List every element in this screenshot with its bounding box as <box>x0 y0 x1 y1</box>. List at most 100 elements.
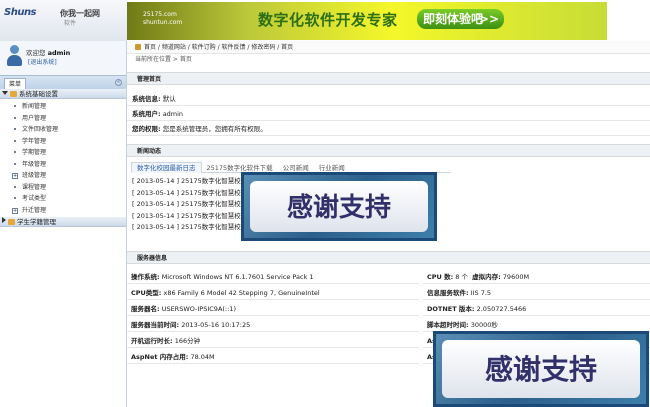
logo[interactable]: Shuns 你我一起网 软件 <box>0 0 127 41</box>
bullet-icon <box>14 128 16 130</box>
ad-banner[interactable]: 25175.com shuntun.com 数字化软件开发专家 即刻体验吧 >> <box>127 2 607 40</box>
sidebar-item[interactable]: 年级管理 <box>0 159 126 171</box>
permission-row: 您的权限: 您是系统管理员，您拥有所有权限。 <box>127 122 650 136</box>
collapsed-icon <box>2 217 6 223</box>
sidebar-item-label: 用户管理 <box>22 114 47 122</box>
thanks-banner-1: 感谢支持 <box>241 172 437 241</box>
server-value: 79600M <box>502 273 530 281</box>
expand-icon <box>2 91 8 95</box>
sidebar-item-label: 课程管理 <box>22 183 47 191</box>
server-row: CPU类型: x86 Family 6 Model 42 Stepping 7,… <box>127 286 419 300</box>
breadcrumb: 首页 / 频道网站 / 软件订购 / 软件反馈 / 修改密码 / 首页 <box>127 41 650 54</box>
system-info-value: 默认 <box>162 95 176 103</box>
server-label: 信息服务软件: <box>427 289 469 297</box>
sidebar-item[interactable]: 考试类型 <box>0 193 126 205</box>
system-user-label: 系统用户: <box>132 110 161 118</box>
admin-panel-title: 管理首页 <box>127 72 650 85</box>
current-location: 当前所在位置 > 首页 <box>135 56 192 63</box>
sidebar-item-label: 升迁管理 <box>22 206 47 214</box>
menu-group-label: 学生学籍管理 <box>17 218 56 226</box>
menu-group-student[interactable]: 学生学籍管理 <box>0 217 126 227</box>
collapse-icon[interactable]: « <box>115 79 122 86</box>
server-value: 2013-05-16 10:17:25 <box>181 321 251 329</box>
ad-site-url: shuntun.com <box>143 19 183 26</box>
bullet-icon <box>14 197 16 199</box>
plus-icon: + <box>12 173 18 179</box>
welcome-label: 欢迎您 <box>26 49 46 57</box>
welcome-text: 欢迎您 admin <box>26 47 70 57</box>
server-value: 30000秒 <box>470 321 498 329</box>
sidebar: 欢迎您 admin [退出系统] 菜单 « 系统基础设置 新闻管理用户管理文件回… <box>0 41 127 407</box>
bullet-icon <box>14 139 16 142</box>
server-row: 开机运行时长: 166分钟 <box>127 334 419 348</box>
sidebar-item-label: 班级管理 <box>22 172 47 179</box>
sidebar-item-label: 考试类型 <box>22 195 47 202</box>
folder-icon <box>10 91 17 97</box>
sidebar-item-label: 年级管理 <box>22 160 47 168</box>
server-label: 服务器当前时间: <box>131 321 180 329</box>
sidebar-item[interactable]: 学期管理 <box>0 147 126 159</box>
logo-sub: 软件 <box>64 20 77 27</box>
username: admin <box>47 49 71 57</box>
server-panel-title: 服务器信息 <box>127 251 650 264</box>
thanks-banner-2: 感谢支持 <box>433 331 649 407</box>
sidebar-item-label: 学期管理 <box>22 149 47 156</box>
ad-site-name: 25175.com <box>143 11 177 18</box>
ad-cta-label: 即刻体验吧 <box>423 12 484 26</box>
bullet-icon <box>14 162 16 165</box>
server-row: DOTNET 版本: 2.050727.5466 <box>423 302 650 316</box>
server-row: 操作系统: Microsoft Windows NT 6.1.7601 Serv… <box>127 270 419 284</box>
home-icon <box>135 44 141 50</box>
ad-slogan: 数字化软件开发专家 <box>258 11 398 29</box>
logo-brand: Shuns <box>4 7 37 18</box>
system-user-value: admin <box>162 110 184 118</box>
sidebar-item[interactable]: 用户管理 <box>0 113 126 125</box>
server-value: USERSWO-IPSIC9A(::1) <box>161 305 236 313</box>
sidebar-item[interactable]: 学年管理 <box>0 136 126 148</box>
menu-items: 新闻管理用户管理文件回收管理 学年管理学期管理年级管理 + 班级管理课程管理考试类型 +… <box>0 99 126 216</box>
server-value: IIS 7.5 <box>470 289 492 297</box>
server-value: 166分钟 <box>174 337 201 345</box>
server-value: 8 个 <box>455 273 468 281</box>
bullet-icon <box>14 185 16 188</box>
menu-group-label: 系统基础设置 <box>19 90 58 98</box>
sidebar-item[interactable]: 新闻管理 <box>0 101 126 113</box>
sidebar-item[interactable]: + 班级管理 <box>0 170 126 182</box>
ad-cta-button[interactable]: 即刻体验吧 >> <box>417 9 504 29</box>
user-box: 欢迎您 admin [退出系统] <box>0 41 126 75</box>
sidebar-item[interactable]: + 升迁管理 <box>0 205 126 217</box>
server-row: 服务器名: USERSWO-IPSIC9A(::1) <box>127 302 419 316</box>
menu-tabs: 菜单 « <box>0 75 126 90</box>
plus-icon: + <box>12 207 18 214</box>
server-value: 2.050727.5466 <box>476 305 527 313</box>
sidebar-item-label: 新闻管理 <box>22 103 47 110</box>
system-info-label: 系统信息: <box>132 95 161 103</box>
permission-label: 您的权限: <box>132 125 161 133</box>
server-label: CPU 数: <box>427 273 454 281</box>
server-value: Microsoft Windows NT 6.1.7601 Service Pa… <box>161 273 314 281</box>
sidebar-item[interactable]: 课程管理 <box>0 182 126 194</box>
logout-link[interactable]: [退出系统] <box>28 57 57 66</box>
avatar-icon <box>6 45 22 67</box>
server-row: 服务器当前时间: 2013-05-16 10:17:25 <box>127 318 419 332</box>
sidebar-item-label: 学年管理 <box>22 137 47 145</box>
server-row: CPU 数: 8 个 虚拟内存: 79600M <box>423 270 650 284</box>
server-row: 信息服务软件: IIS 7.5 <box>423 286 650 300</box>
server-label: 虚拟内存: <box>472 273 501 281</box>
server-label: CPU类型: <box>131 289 162 297</box>
bullet-icon <box>14 116 16 119</box>
top-header: Shuns 你我一起网 软件 25175.com shuntun.com 数字化… <box>0 0 650 41</box>
ad-cta-arrow: >> <box>478 12 499 26</box>
server-row: AspNet 内存占用: 78.04M <box>127 350 419 364</box>
sidebar-item[interactable]: 文件回收管理 <box>0 124 126 136</box>
bullet-icon <box>14 105 16 107</box>
server-label: DOTNET 版本: <box>427 305 475 313</box>
menu-group-basic[interactable]: 系统基础设置 <box>0 89 126 99</box>
permission-value: 您是系统管理员，您拥有所有权限。 <box>162 125 267 133</box>
thanks-banner-text: 感谢支持 <box>442 340 640 398</box>
news-tab[interactable]: 数字化校园最新日志 <box>131 162 202 173</box>
sidebar-item-label: 文件回收管理 <box>22 126 59 133</box>
server-label: 开机运行时长: <box>131 337 173 345</box>
breadcrumb-links[interactable]: 首页 / 频道网站 / 软件订购 / 软件反馈 / 修改密码 / 首页 <box>144 44 293 51</box>
server-label: 脚本超时时间: <box>427 321 469 329</box>
